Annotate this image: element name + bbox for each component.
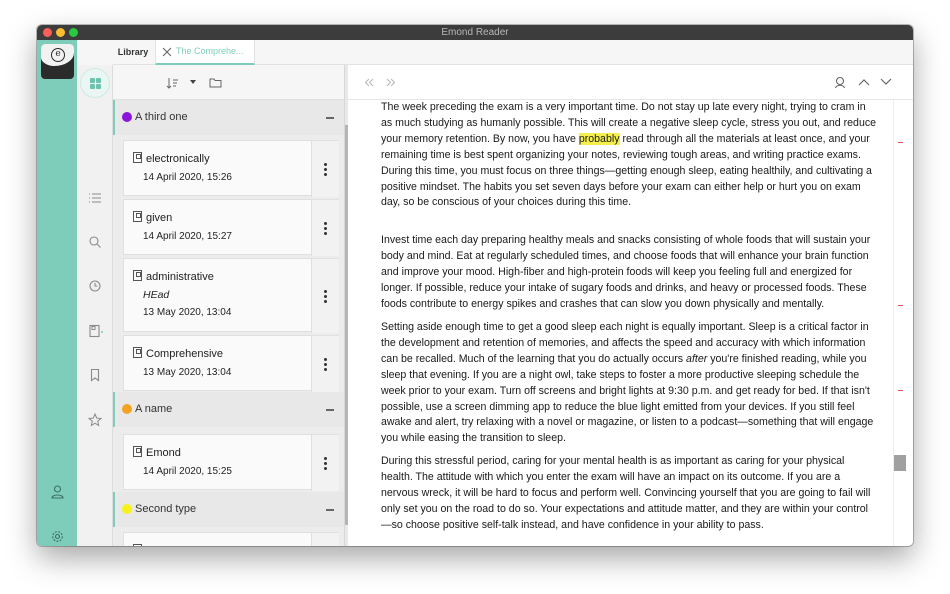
card-date: 14 April 2020, 15:27: [143, 231, 232, 242]
sort-icon[interactable]: [166, 77, 180, 89]
document-card[interactable]: electronically 14 April 2020, 15:26: [123, 140, 339, 197]
annotation-marker: [898, 142, 903, 143]
card-menu-button[interactable]: [311, 533, 339, 546]
document-card[interactable]: Comprehensive 13 May 2020, 13:04: [123, 335, 339, 392]
document-icon: [133, 270, 142, 281]
card-subtitle: HEad: [143, 289, 170, 301]
back-icon[interactable]: [364, 78, 374, 87]
annotation-marker: [898, 305, 903, 306]
document-card[interactable]: given 14 April 2020, 15:27: [123, 199, 339, 256]
search-icon[interactable]: [87, 234, 103, 250]
minimize-window-button[interactable]: [56, 28, 65, 37]
find-user-icon[interactable]: [834, 76, 847, 89]
bookmark-icon[interactable]: [87, 367, 103, 383]
highlighted-word[interactable]: probably: [578, 132, 620, 145]
card-date: 13 May 2020, 13:04: [143, 307, 232, 318]
group-header[interactable]: A third one: [113, 100, 344, 135]
paragraph: During this stressful period, caring for…: [381, 455, 871, 531]
card-date: 13 May 2020, 13:04: [143, 367, 232, 378]
chevron-up-icon[interactable]: [858, 78, 870, 86]
history-icon[interactable]: [87, 278, 103, 294]
card-menu-button[interactable]: [311, 141, 339, 197]
paragraph: Setting aside enough time to get a good …: [381, 321, 874, 445]
folder-icon[interactable]: [209, 77, 222, 88]
library-list: A third one electronically 14 April 2020…: [113, 100, 344, 546]
star-icon[interactable]: [87, 412, 103, 428]
reader-content[interactable]: The week preceding the exam is a very im…: [348, 100, 893, 546]
annotation-marker: [898, 390, 903, 391]
document-icon: [133, 446, 142, 457]
view-switcher-column: [77, 40, 113, 546]
chevron-down-icon[interactable]: [190, 80, 196, 84]
collapse-icon[interactable]: [326, 409, 334, 411]
card-title: Emond: [146, 447, 181, 459]
group-color-dot: [122, 504, 132, 514]
forward-icon[interactable]: [386, 78, 396, 87]
group-name: A name: [135, 403, 173, 415]
document-card[interactable]: Emond 14 April 2020, 15:25: [123, 434, 339, 491]
group-name: A third one: [135, 111, 188, 123]
scrollbar-thumb[interactable]: [894, 455, 906, 471]
card-title: electronically: [146, 153, 210, 165]
close-window-button[interactable]: [43, 28, 52, 37]
card-title: Comprehensive: [146, 348, 224, 360]
app-window: Emond Reader e Library The Comprehe... A…: [37, 25, 913, 546]
document-icon: [133, 152, 142, 163]
card-date: 14 April 2020, 15:26: [143, 172, 232, 183]
card-date: 14 April 2020, 15:25: [143, 466, 232, 477]
tab-document[interactable]: The Comprehe...: [155, 40, 255, 65]
card-menu-button[interactable]: [311, 435, 339, 491]
card-menu-button[interactable]: [311, 200, 339, 256]
document-icon: [133, 347, 142, 358]
title-bar: Emond Reader: [37, 25, 913, 40]
zoom-window-button[interactable]: [69, 28, 78, 37]
reader-scrollbar[interactable]: [893, 100, 913, 546]
document-icon: [133, 544, 142, 546]
collapse-icon[interactable]: [326, 509, 334, 511]
grid-view-button[interactable]: [80, 68, 110, 98]
document-card[interactable]: administrative HEad 13 May 2020, 13:04: [123, 258, 339, 333]
logo-letter: e: [51, 48, 65, 62]
group-color-dot: [122, 404, 132, 414]
card-title: given: [146, 212, 173, 224]
group-header[interactable]: Second type: [113, 492, 344, 527]
library-toolbar: [113, 65, 347, 100]
group-name: Second type: [135, 503, 197, 515]
tab-library[interactable]: Library: [113, 40, 153, 65]
document-icon: [133, 211, 142, 222]
paragraph: Invest time each day preparing healthy m…: [381, 234, 871, 310]
chevron-down-icon[interactable]: [880, 78, 892, 86]
group-header[interactable]: A name: [113, 392, 344, 427]
app-logo[interactable]: e: [41, 44, 74, 79]
notes-icon[interactable]: [87, 323, 103, 339]
reader-toolbar: [348, 65, 913, 100]
settings-icon[interactable]: [51, 530, 64, 543]
profile-icon[interactable]: [51, 485, 64, 499]
paragraph: The week preceding the exam is a very im…: [381, 101, 877, 209]
app-sidebar: e: [37, 40, 77, 546]
tab-bar: Library The Comprehe...: [113, 40, 913, 65]
card-menu-button[interactable]: [311, 259, 339, 333]
window-controls: [43, 28, 78, 37]
document-card[interactable]: [123, 532, 339, 546]
card-menu-button[interactable]: [311, 336, 339, 392]
collapse-icon[interactable]: [326, 117, 334, 119]
close-tab-icon[interactable]: [162, 47, 172, 57]
card-title: administrative: [146, 271, 214, 283]
tab-document-label: The Comprehe...: [176, 46, 244, 56]
list-icon[interactable]: [87, 190, 103, 206]
group-color-dot: [122, 112, 132, 122]
window-title: Emond Reader: [441, 27, 509, 38]
